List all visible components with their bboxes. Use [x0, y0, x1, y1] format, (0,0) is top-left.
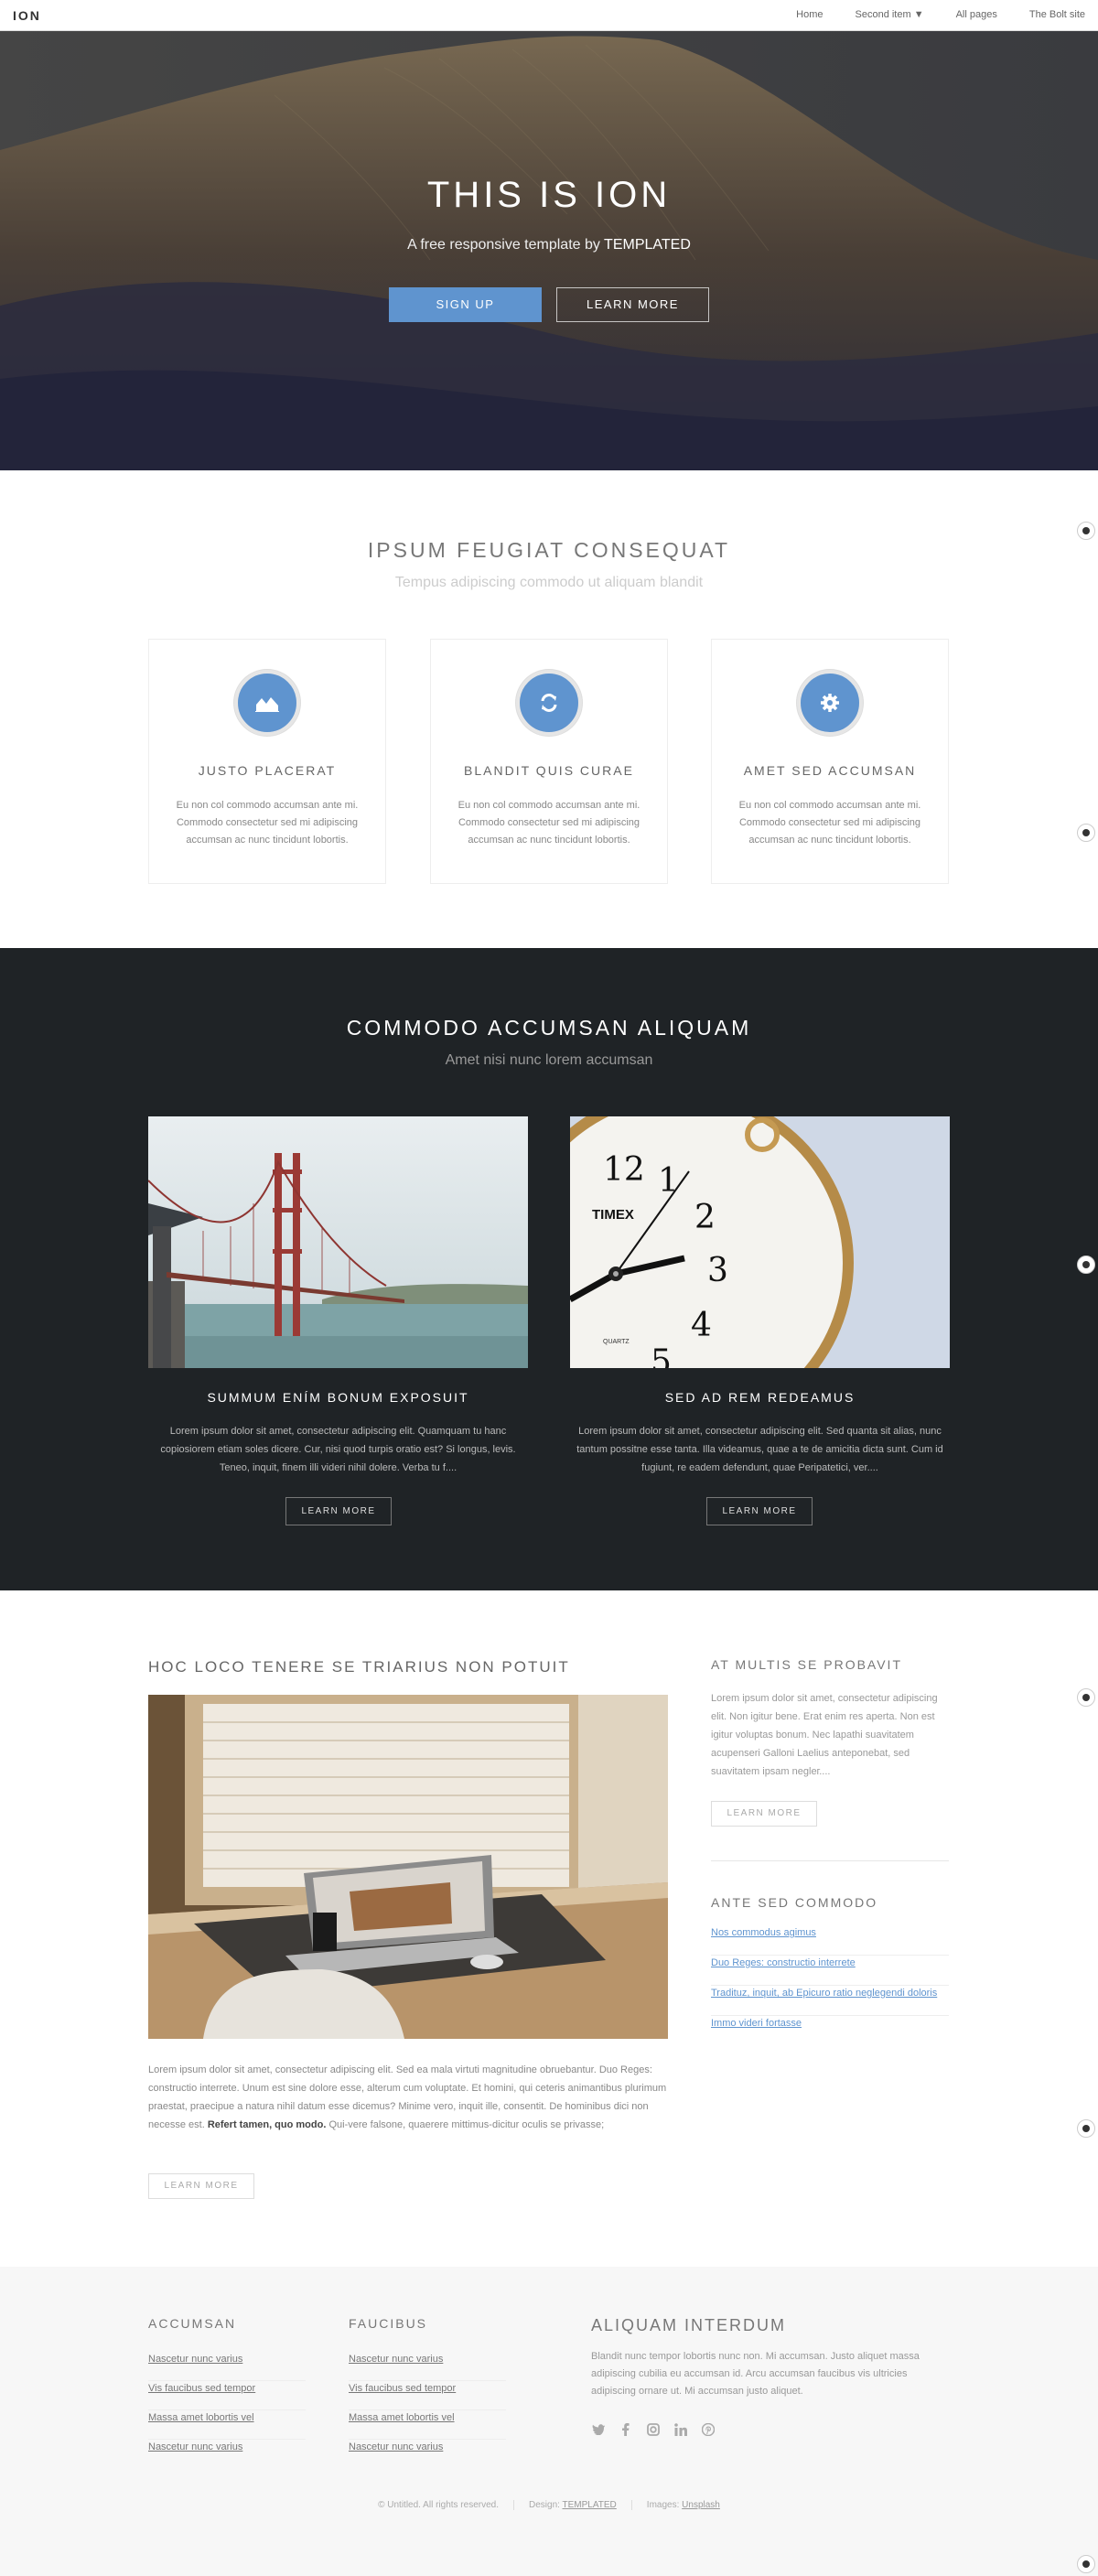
- feature-title: AMET SED ACCUMSAN: [743, 763, 917, 778]
- svg-text:1: 1: [658, 1162, 679, 1200]
- hero-banner: THIS IS ION A free responsive template b…: [0, 31, 1098, 470]
- post-title: SUMMUM ENÍM BONUM EXPOSUIT: [207, 1390, 469, 1405]
- top-navbar: ION Home Second item ▼ All pages The Bol…: [0, 0, 1098, 31]
- footer-link[interactable]: Nascetur nunc varius: [148, 2352, 306, 2381]
- post-text: Lorem ipsum dolor sit amet, consectetur …: [160, 1426, 516, 1473]
- post-learn-more-button[interactable]: LEARN MORE: [285, 1497, 392, 1525]
- nav-all-pages[interactable]: All pages: [956, 9, 997, 20]
- copyright-text: © Untitled. All rights reserved.: [378, 2500, 499, 2510]
- copyright-bar: © Untitled. All rights reserved. Design: …: [0, 2500, 1098, 2510]
- nav-home[interactable]: Home: [796, 9, 823, 20]
- settings-widget-icon[interactable]: [1077, 2555, 1095, 2573]
- unsplash-link[interactable]: Unsplash: [682, 2500, 720, 2510]
- nav-bolt-site[interactable]: The Bolt site: [1029, 9, 1085, 20]
- footer-about-title: ALIQUAM INTERDUM: [591, 2316, 787, 2334]
- svg-text:4: 4: [691, 1307, 712, 1344]
- article-body: Lorem ipsum dolor sit amet, consectetur …: [148, 2061, 668, 2134]
- settings-widget-icon[interactable]: [1077, 1256, 1095, 1274]
- hero-title: THIS IS ION: [426, 175, 672, 215]
- article-title: HOC LOCO TENERE SE TRIARIUS NON POTUIT: [148, 1658, 570, 1676]
- area-chart-icon: [234, 670, 300, 736]
- sidebar-link[interactable]: Nos commodus agimus: [711, 1925, 949, 1956]
- footer-about-text: Blandit nunc tempor lobortis nunc non. M…: [591, 2351, 920, 2397]
- feature-text: Eu non col commodo accumsan ante mi. Com…: [458, 800, 640, 846]
- linkedin-icon[interactable]: [673, 2422, 688, 2437]
- svg-text:5: 5: [651, 1343, 672, 1368]
- feature-card: BLANDIT QUIS CURAE Eu non col commodo ac…: [430, 639, 668, 884]
- footer-link[interactable]: Massa amet lobortis vel: [148, 2410, 306, 2440]
- post-learn-more-button[interactable]: LEARN MORE: [706, 1497, 813, 1525]
- footer-link-list: Nascetur nunc varius Vis faucibus sed te…: [349, 2352, 506, 2469]
- divider: [711, 1860, 949, 1861]
- footer-column-title: FAUCIBUS: [349, 2316, 428, 2331]
- dark-section: COMMODO ACCUMSAN ALIQUAM Amet nisi nunc …: [0, 948, 1098, 1590]
- sidebar-box-text: Lorem ipsum dolor sit amet, consectetur …: [711, 1693, 938, 1777]
- hero-subtitle-text: A free responsive template by: [407, 237, 605, 253]
- sidebar-box-title: ANTE SED COMMODO: [711, 1895, 878, 1910]
- sidebar-link[interactable]: Tradituz, inquit, ab Epicuro ratio negle…: [711, 1986, 949, 2016]
- instagram-icon[interactable]: [646, 2422, 661, 2437]
- main-nav: Home Second item ▼ All pages The Bolt si…: [796, 9, 1085, 20]
- nav-second-item-dropdown[interactable]: Second item ▼: [856, 9, 924, 20]
- gear-icon: [797, 670, 863, 736]
- desk-laptop-image: [148, 1695, 668, 2039]
- templated-link[interactable]: TEMPLATED: [563, 2500, 617, 2510]
- footer-link[interactable]: Nascetur nunc varius: [349, 2440, 506, 2469]
- article-text: Qui-vere falsone, quaerere mittimus-dici…: [326, 2119, 605, 2130]
- footer-link[interactable]: Vis faucibus sed tempor: [148, 2381, 306, 2410]
- sidebar-link[interactable]: Duo Reges: constructio interrete: [711, 1956, 949, 1986]
- post-text: Lorem ipsum dolor sit amet, consectetur …: [576, 1426, 943, 1473]
- clock-sub-text: QUARTZ: [603, 1339, 630, 1345]
- images-label: Images:: [646, 2500, 683, 2510]
- hero-subtitle: A free responsive template by TEMPLATED: [0, 237, 1098, 253]
- feature-card: JUSTO PLACERAT Eu non col commodo accums…: [148, 639, 386, 884]
- site-logo[interactable]: ION: [13, 8, 41, 23]
- settings-widget-icon[interactable]: [1077, 522, 1095, 540]
- settings-widget-icon[interactable]: [1077, 1688, 1095, 1707]
- sidebar-link[interactable]: Immo videri fortasse: [711, 2016, 949, 2046]
- svg-text:12: 12: [603, 1151, 645, 1189]
- pinterest-icon[interactable]: [701, 2422, 716, 2437]
- sidebar-box-title: AT MULTIS SE PROBAVIT: [711, 1657, 902, 1672]
- sidebar-learn-more-button[interactable]: LEARN MORE: [711, 1801, 817, 1827]
- sign-up-button[interactable]: SIGN UP: [389, 287, 542, 322]
- post-title: SED AD REM REDEAMUS: [664, 1390, 856, 1405]
- footer-link[interactable]: Nascetur nunc varius: [349, 2352, 506, 2381]
- feature-title: JUSTO PLACERAT: [198, 763, 337, 778]
- article-learn-more-button[interactable]: LEARN MORE: [148, 2173, 254, 2199]
- article-bold-text: Refert tamen, quo modo.: [207, 2119, 327, 2130]
- templated-brand-link[interactable]: TEMPLATED: [604, 237, 691, 253]
- footer-link-list: Nascetur nunc varius Vis faucibus sed te…: [148, 2352, 306, 2469]
- feature-text: Eu non col commodo accumsan ante mi. Com…: [176, 800, 359, 846]
- feature-card: AMET SED ACCUMSAN Eu non col commodo acc…: [711, 639, 949, 884]
- footer: ACCUMSAN Nascetur nunc varius Vis faucib…: [0, 2267, 1098, 2576]
- hero-learn-more-button[interactable]: LEARN MORE: [556, 287, 709, 322]
- footer-column-title: ACCUMSAN: [148, 2316, 237, 2331]
- svg-text:2: 2: [694, 1199, 716, 1236]
- sidebar-link-list: Nos commodus agimus Duo Reges: construct…: [711, 1925, 949, 2046]
- features-subtitle: Tempus adipiscing commodo ut aliquam bla…: [394, 575, 704, 590]
- footer-link[interactable]: Nascetur nunc varius: [148, 2440, 306, 2469]
- settings-widget-icon[interactable]: [1077, 824, 1095, 842]
- feature-text: Eu non col commodo accumsan ante mi. Com…: [738, 800, 921, 846]
- alarm-clock-image: 12 1 2 3 4 5 TIMEX QUARTZ: [570, 1116, 950, 1368]
- refresh-icon: [516, 670, 582, 736]
- clock-brand-text: TIMEX: [592, 1207, 634, 1223]
- features-title: IPSUM FEUGIAT CONSEQUAT: [367, 538, 731, 562]
- social-links: [591, 2422, 716, 2437]
- settings-widget-icon[interactable]: [1077, 2119, 1095, 2138]
- footer-link[interactable]: Massa amet lobortis vel: [349, 2410, 506, 2440]
- facebook-icon[interactable]: [619, 2422, 633, 2437]
- footer-link[interactable]: Vis faucibus sed tempor: [349, 2381, 506, 2410]
- design-label: Design:: [529, 2500, 563, 2510]
- feature-title: BLANDIT QUIS CURAE: [464, 763, 634, 778]
- images-credit: Images: Unsplash: [630, 2500, 735, 2510]
- dark-section-subtitle: Amet nisi nunc lorem accumsan: [445, 1052, 653, 1068]
- twitter-icon[interactable]: [591, 2422, 606, 2437]
- dark-section-title: COMMODO ACCUMSAN ALIQUAM: [346, 1016, 752, 1040]
- golden-gate-bridge-image: [148, 1116, 528, 1368]
- svg-text:3: 3: [707, 1252, 728, 1289]
- design-credit: Design: TEMPLATED: [513, 2500, 631, 2510]
